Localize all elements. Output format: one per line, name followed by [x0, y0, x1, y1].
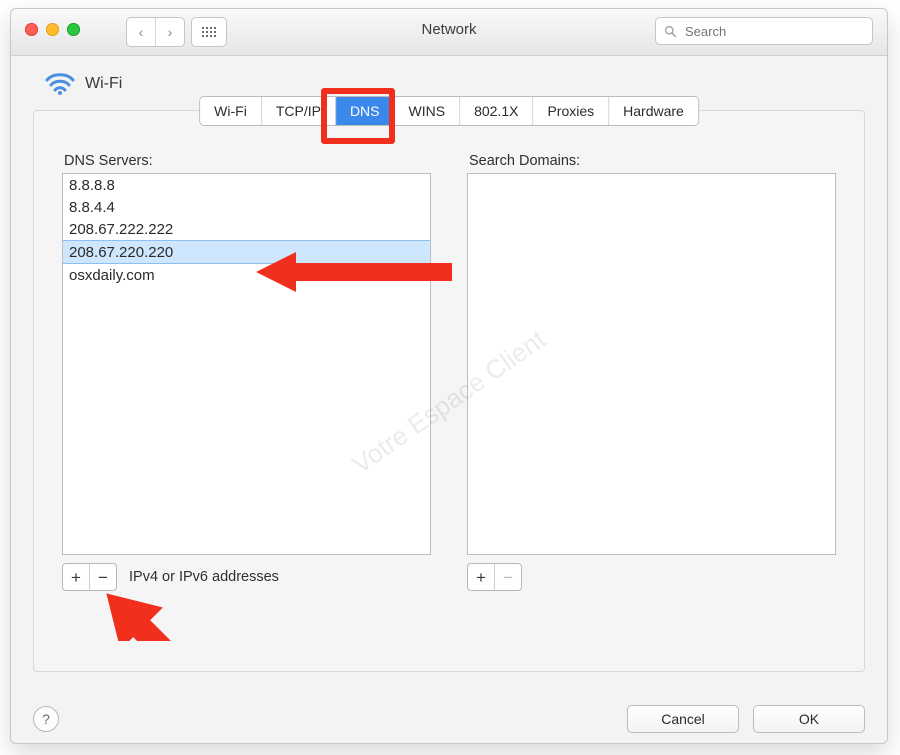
- search-domains-label: Search Domains:: [469, 153, 836, 169]
- dns-servers-label: DNS Servers:: [64, 153, 431, 169]
- dns-item[interactable]: osxdaily.com: [63, 264, 430, 286]
- wifi-icon: [45, 72, 75, 96]
- search-icon: [664, 25, 677, 38]
- tab-proxies[interactable]: Proxies: [532, 97, 608, 125]
- search-field[interactable]: [655, 17, 873, 45]
- dns-servers-list[interactable]: 8.8.8.8 8.8.4.4 208.67.222.222 208.67.22…: [62, 173, 431, 555]
- dns-column: DNS Servers: 8.8.8.8 8.8.4.4 208.67.222.…: [62, 153, 431, 591]
- bottom-row: ? Cancel OK: [11, 705, 887, 733]
- help-button[interactable]: ?: [33, 706, 59, 732]
- ok-button[interactable]: OK: [753, 705, 865, 733]
- dns-item-selected[interactable]: 208.67.220.220: [63, 240, 430, 264]
- domains-add-button[interactable]: +: [468, 564, 494, 590]
- settings-panel: Wi-Fi TCP/IP DNS WINS 802.1X Proxies Har…: [33, 110, 865, 672]
- window-body: Wi-Fi Wi-Fi TCP/IP DNS WINS 802.1X Proxi…: [11, 56, 887, 672]
- search-input[interactable]: [683, 23, 837, 40]
- tab-wifi[interactable]: Wi-Fi: [200, 97, 261, 125]
- tab-tcpip[interactable]: TCP/IP: [261, 97, 335, 125]
- dns-add-button[interactable]: +: [63, 564, 89, 590]
- actions: Cancel OK: [627, 705, 865, 733]
- dns-footbar: + − IPv4 or IPv6 addresses: [62, 563, 431, 591]
- search-domains-list[interactable]: [467, 173, 836, 555]
- domains-remove-button[interactable]: −: [494, 564, 521, 590]
- tab-dns[interactable]: DNS: [335, 97, 394, 125]
- network-window: ‹ › Network: [10, 8, 888, 744]
- titlebar: ‹ › Network: [11, 9, 887, 56]
- tab-8021x[interactable]: 802.1X: [459, 97, 532, 125]
- domains-footbar: + −: [467, 563, 836, 591]
- tab-hardware[interactable]: Hardware: [608, 97, 698, 125]
- dns-item[interactable]: 8.8.8.8: [63, 174, 430, 196]
- dns-remove-button[interactable]: −: [89, 564, 116, 590]
- dns-item[interactable]: 8.8.4.4: [63, 196, 430, 218]
- domains-pm: + −: [467, 563, 522, 591]
- domains-column: Search Domains: + −: [467, 153, 836, 591]
- dns-footer-label: IPv4 or IPv6 addresses: [129, 569, 279, 585]
- dns-pm: + −: [62, 563, 117, 591]
- columns: DNS Servers: 8.8.8.8 8.8.4.4 208.67.222.…: [34, 111, 864, 591]
- tab-wins[interactable]: WINS: [394, 97, 460, 125]
- dns-item[interactable]: 208.67.222.222: [63, 218, 430, 240]
- connection-name: Wi-Fi: [85, 75, 122, 93]
- cancel-button[interactable]: Cancel: [627, 705, 739, 733]
- tabbar: Wi-Fi TCP/IP DNS WINS 802.1X Proxies Har…: [199, 96, 699, 126]
